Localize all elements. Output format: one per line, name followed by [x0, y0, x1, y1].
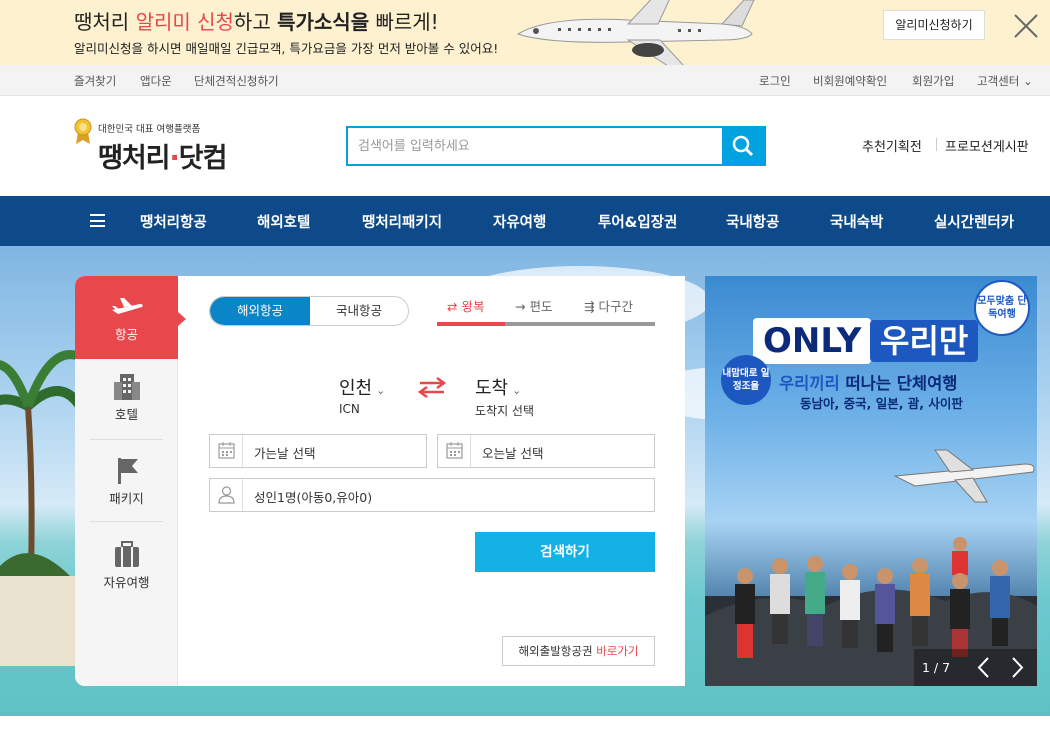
promo-destinations: 동남아, 중국, 일본, 괌, 사이판: [800, 396, 963, 411]
logo-tagline: 대한민국 대표 여행플랫폼: [98, 124, 201, 135]
return-date-value: 오는날 선택: [482, 446, 544, 461]
arrival-placeholder: 도착지 선택: [475, 404, 535, 418]
flag-icon: [117, 458, 138, 484]
trip-type-tabs: ⇄ 왕복 → 편도 ⇶ 다구간: [437, 294, 655, 326]
chevron-right-icon: [1012, 657, 1024, 678]
hamburger-icon[interactable]: [90, 214, 105, 227]
group-travel-photo: [705, 449, 1037, 686]
passenger-field[interactable]: 성인1명(아동0,유아0): [209, 478, 655, 512]
page-bottom: [0, 716, 1050, 734]
palm-tree-illustration: [0, 350, 80, 606]
promo-banner[interactable]: 모두맞춤 단독여행 ONLY 우리만 내맘대로 일정조율 우리끼리 떠나는 단체…: [705, 276, 1037, 686]
arrival-city-selector[interactable]: 도착 ⌄ 도착지 선택: [475, 374, 534, 419]
tab-multi-city[interactable]: ⇶ 다구간: [584, 296, 633, 315]
search-flights-button[interactable]: 검색하기: [475, 532, 655, 572]
airplane-illustration: [516, 0, 755, 65]
depart-date-value: 가는날 선택: [254, 446, 316, 461]
nav-item-ddangcheori-air[interactable]: 땡처리항공: [140, 211, 207, 232]
search-input[interactable]: [348, 128, 722, 164]
search-box: [346, 126, 766, 166]
side-tab-label: 자유여행: [103, 575, 150, 590]
calendar-icon: [210, 435, 243, 467]
search-button[interactable]: [722, 128, 764, 164]
active-tab-indicator: [437, 322, 505, 326]
side-tab-label: 호텔: [114, 407, 138, 422]
promo-uriman-text: 우리만: [870, 320, 979, 362]
chevron-down-icon: ⌄: [376, 384, 386, 397]
departure-city-selector[interactable]: 인천 ⌄ ICN: [339, 374, 385, 416]
departure-city: 인천: [339, 378, 373, 399]
nav-item-rental-car[interactable]: 실시간렌터카: [934, 211, 1014, 232]
side-tab-free-travel[interactable]: 자유여행: [75, 540, 178, 591]
util-link-guest-booking[interactable]: 비회원예약확인: [813, 73, 887, 89]
swap-cities-icon[interactable]: [418, 376, 446, 398]
logo-name: 땡처리·닷컴: [98, 143, 227, 174]
multi-arrow-icon: ⇶: [584, 299, 595, 314]
notification-banner: 땡처리 알리미 신청하고 특가소식을 빠르게! 알리미신청을 하시면 매일매일 …: [0, 0, 1050, 65]
chevron-down-icon: ⌄: [512, 384, 522, 397]
promotion-board-link[interactable]: 프로모션게시판: [945, 136, 1029, 155]
suitcase-icon: [114, 541, 139, 567]
promo-headline: 우리끼리 떠나는 단체여행: [779, 374, 958, 393]
overseas-departure-link[interactable]: 해외출발항공권 바로가기: [502, 636, 655, 666]
util-link-signup[interactable]: 회원가입: [912, 73, 954, 89]
util-link-app[interactable]: 앱다운: [140, 73, 172, 89]
notify-signup-button[interactable]: 알리미신청하기: [883, 10, 985, 40]
banner-title: 땡처리 알리미 신청하고 특가소식을 빠르게!: [74, 10, 439, 34]
airplane-icon: [111, 298, 143, 314]
main-navigation: 땡처리항공 해외호텔 땡처리패키지 자유여행 투어&입장권 국내항공 국내숙박 …: [0, 196, 1050, 246]
medal-icon: [74, 118, 92, 144]
depart-date-field[interactable]: 가는날 선택: [209, 434, 427, 468]
arrival-city: 도착: [475, 378, 509, 399]
site-header: 대한민국 대표 여행플랫폼 땡처리·닷컴 추천기획전 프로모션게시판: [0, 96, 1050, 196]
tab-one-way[interactable]: → 편도: [515, 296, 552, 315]
close-icon[interactable]: [1012, 12, 1040, 40]
side-tab-hotel[interactable]: 호텔: [75, 372, 178, 423]
promo-only-text: ONLY: [753, 318, 872, 364]
side-tab-package[interactable]: 패키지: [75, 456, 178, 507]
search-icon: [732, 135, 754, 157]
toggle-overseas-flight[interactable]: 해외항공: [210, 297, 310, 325]
building-icon: [113, 374, 140, 400]
departure-code: ICN: [339, 402, 360, 416]
side-tab-flight[interactable]: 항공: [75, 276, 186, 359]
util-link-group-quote[interactable]: 단체견적신청하기: [194, 73, 279, 89]
utility-bar: 즐겨찾기 앱다운 단체견적신청하기 로그인 비회원예약확인 회원가입 고객센터 …: [0, 65, 1050, 96]
calendar-icon: [438, 435, 471, 467]
util-link-customer-center[interactable]: 고객센터 ⌄: [977, 73, 1033, 89]
promo-pager: 1 / 7: [914, 649, 1037, 686]
nav-item-free-travel[interactable]: 자유여행: [493, 211, 546, 232]
nav-item-domestic-stay[interactable]: 국내숙박: [830, 211, 883, 232]
nav-item-domestic-air[interactable]: 국내항공: [726, 211, 779, 232]
header-divider: [936, 138, 937, 151]
nav-item-overseas-hotel[interactable]: 해외호텔: [257, 211, 310, 232]
side-tab-label: 항공: [114, 327, 138, 342]
swap-arrows-icon: ⇄: [447, 299, 458, 314]
tab-round-trip[interactable]: ⇄ 왕복: [447, 296, 484, 315]
chevron-down-icon: ⌄: [1022, 74, 1033, 88]
side-divider: [90, 521, 163, 522]
banner-subtitle: 알리미신청을 하시면 매일매일 긴급모객, 특가요금을 가장 먼저 받아볼 수 …: [74, 41, 499, 56]
side-divider: [90, 439, 163, 440]
side-tab-label: 패키지: [109, 491, 144, 506]
promo-next-button[interactable]: [997, 649, 1037, 686]
recommended-promotions-link[interactable]: 추천기획전: [862, 136, 922, 155]
nav-item-package[interactable]: 땡처리패키지: [362, 211, 442, 232]
flight-region-toggle: 해외항공 국내항공: [209, 296, 409, 326]
promo-badge-schedule: 내맘대로 일정조율: [721, 355, 771, 405]
util-link-bookmark[interactable]: 즐겨찾기: [74, 73, 116, 89]
booking-side-menu: 항공 호텔 패키지 자유여행: [75, 276, 186, 686]
util-link-login[interactable]: 로그인: [759, 73, 791, 89]
promo-page-indicator: 1 / 7: [922, 660, 951, 675]
toggle-domestic-flight[interactable]: 국내항공: [310, 297, 408, 325]
arrow-right-icon: →: [515, 299, 526, 314]
nav-item-tours-tickets[interactable]: 투어&입장권: [598, 211, 677, 232]
site-logo[interactable]: 대한민국 대표 여행플랫폼 땡처리·닷컴: [74, 116, 244, 178]
passenger-value: 성인1명(아동0,유아0): [254, 490, 373, 505]
return-date-field[interactable]: 오는날 선택: [437, 434, 655, 468]
promo-badge-custom: 모두맞춤 단독여행: [974, 280, 1030, 336]
person-icon: [210, 479, 243, 511]
